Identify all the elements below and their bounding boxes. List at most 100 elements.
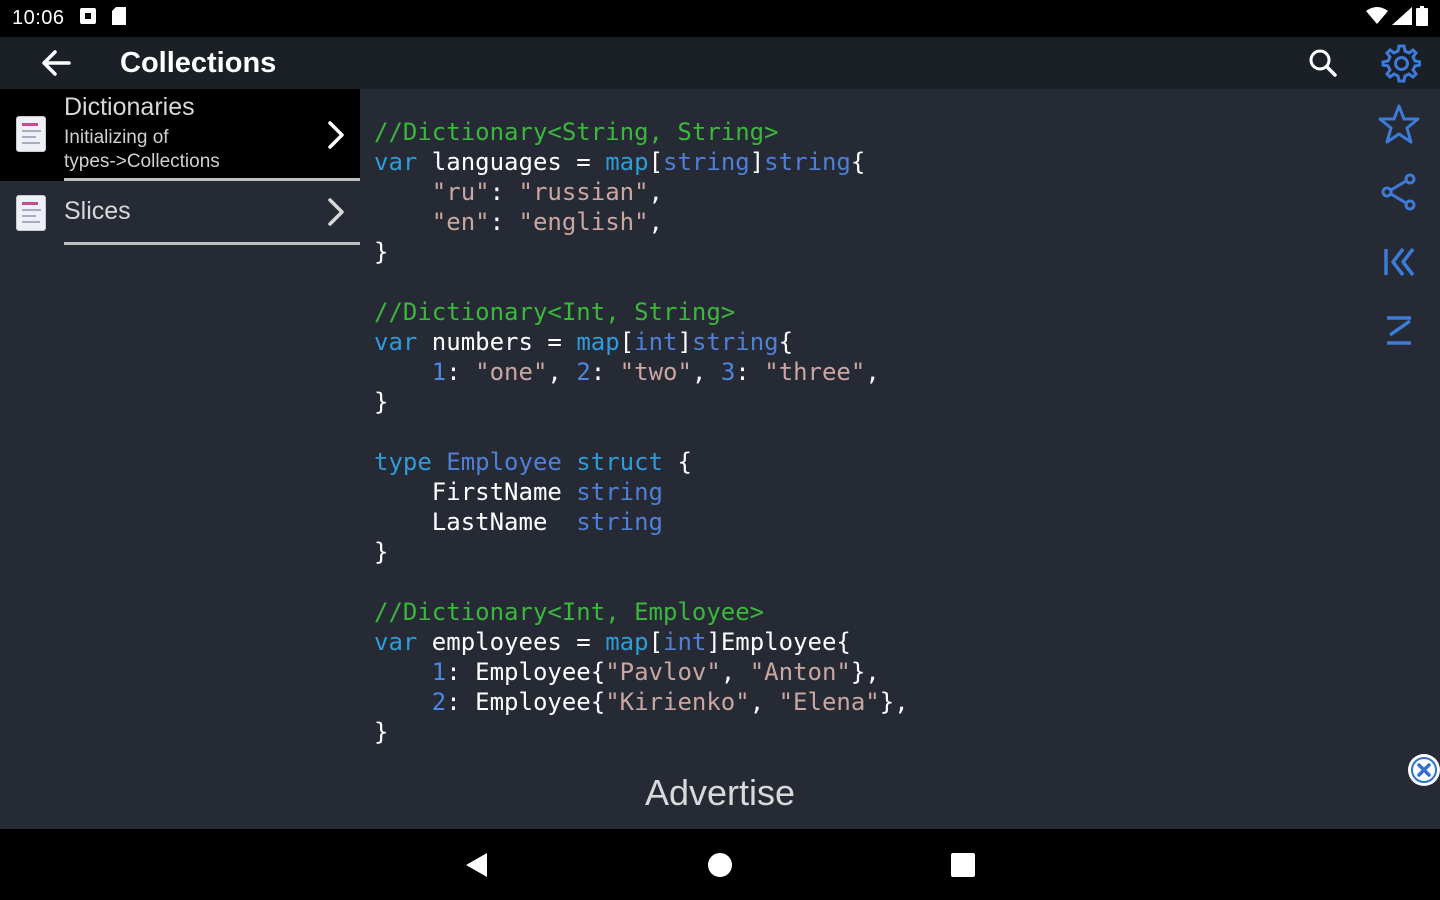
code-token: 3	[720, 358, 736, 386]
sidebar-item-slices[interactable]: Slices	[0, 181, 360, 245]
code-token: string	[764, 148, 851, 176]
favorite-button[interactable]	[1378, 103, 1420, 145]
document-icon	[16, 116, 46, 152]
code-token: : Employee{	[446, 658, 606, 686]
advertise-banner[interactable]: Advertise	[0, 772, 1440, 814]
back-button[interactable]	[28, 37, 84, 89]
code-token: 1	[431, 658, 447, 686]
code-token: :	[489, 208, 519, 236]
sidebar-item-dictionaries[interactable]: Dictionaries Initializing of types->Coll…	[0, 89, 360, 181]
code-line: 2: Employee{"Kirienko", "Elena"},	[374, 687, 909, 717]
arrow-left-icon	[42, 50, 71, 76]
code-token: string	[576, 508, 663, 536]
code-line: }	[374, 237, 909, 267]
chevron-right-icon	[324, 197, 348, 227]
code-token: "Kirienko"	[605, 688, 750, 716]
code-token: languages =	[417, 148, 606, 176]
first-page-button[interactable]	[1378, 241, 1420, 283]
code-token: "russian"	[518, 178, 649, 206]
code-line: "en": "english",	[374, 207, 909, 237]
gear-icon	[1381, 44, 1421, 83]
code-token: "Elena"	[778, 688, 880, 716]
code-token: :	[735, 358, 765, 386]
code-token: map	[576, 328, 620, 356]
code-token: 2	[576, 358, 591, 386]
code-token: ,	[749, 688, 779, 716]
code-token: :	[489, 178, 519, 206]
code-line: }	[374, 717, 909, 747]
code-token: //Dictionary<Int, String>	[374, 298, 736, 326]
sidebar-item-title: Slices	[64, 197, 131, 225]
code-token: ,	[547, 358, 577, 386]
page-title: Collections	[120, 46, 277, 79]
chevron-right-icon	[324, 120, 348, 150]
signal-icon	[1392, 7, 1412, 30]
search-button[interactable]	[1284, 37, 1362, 89]
code-token: "ru"	[431, 178, 490, 206]
code-token: //Dictionary<String, String>	[374, 118, 779, 146]
code-token: {	[778, 328, 794, 356]
code-block: //Dictionary<String, String> var language…	[374, 117, 909, 747]
code-token: ]	[749, 148, 765, 176]
code-token: "one"	[475, 358, 548, 386]
sidebar: Dictionaries Initializing of types->Coll…	[0, 89, 360, 829]
code-token: ,	[865, 358, 880, 386]
search-icon	[1309, 49, 1337, 77]
skip-first-icon	[1384, 247, 1415, 277]
code-token: [	[619, 328, 635, 356]
code-token: ,	[648, 208, 663, 236]
ad-close-button[interactable]	[1408, 754, 1440, 786]
code-token: ,	[720, 658, 750, 686]
code-token: "three"	[764, 358, 866, 386]
status-time: 10:06	[12, 7, 65, 29]
code-token: var	[374, 148, 418, 176]
code-line: }	[374, 537, 909, 567]
code-token: ,	[691, 358, 721, 386]
nav-recents-button[interactable]	[943, 845, 983, 885]
code-token: :	[446, 358, 476, 386]
code-token: {	[663, 448, 692, 476]
sd-card-icon	[111, 6, 127, 31]
right-toolbar	[1360, 89, 1440, 829]
share-button[interactable]	[1378, 171, 1420, 213]
settings-button[interactable]	[1362, 37, 1440, 89]
document-icon	[16, 195, 46, 231]
star-icon	[1378, 104, 1420, 144]
battery-icon	[1416, 6, 1428, 31]
code-line: LastName string	[374, 507, 909, 537]
code-token: var	[374, 328, 418, 356]
code-line: //Dictionary<Int, Employee>	[374, 597, 909, 627]
divider	[64, 242, 360, 245]
code-viewer[interactable]: //Dictionary<String, String> var language…	[360, 89, 1360, 829]
circle-home-icon	[708, 853, 732, 877]
code-token: var	[374, 628, 418, 656]
code-token: Employee	[446, 448, 562, 476]
nav-back-button[interactable]	[456, 845, 496, 885]
code-token: type	[374, 448, 432, 476]
nav-home-button[interactable]	[700, 845, 740, 885]
code-line: var employees = map[int]Employee{	[374, 627, 909, 657]
last-page-button[interactable]	[1378, 309, 1420, 351]
code-token: int	[634, 328, 678, 356]
code-line: var languages = map[string]string{	[374, 147, 909, 177]
code-token: map	[605, 148, 649, 176]
code-token: string	[691, 328, 779, 356]
code-token: struct	[576, 448, 663, 476]
wifi-icon	[1366, 7, 1388, 30]
code-token: {	[850, 148, 866, 176]
code-token: "Pavlov"	[605, 658, 721, 686]
code-token: map	[605, 628, 649, 656]
sidebar-item-subtitle: Initializing of	[64, 127, 169, 148]
code-line: "ru": "russian",	[374, 177, 909, 207]
square-recents-icon	[951, 853, 975, 877]
code-token: 2	[431, 688, 447, 716]
close-icon	[1411, 757, 1437, 783]
